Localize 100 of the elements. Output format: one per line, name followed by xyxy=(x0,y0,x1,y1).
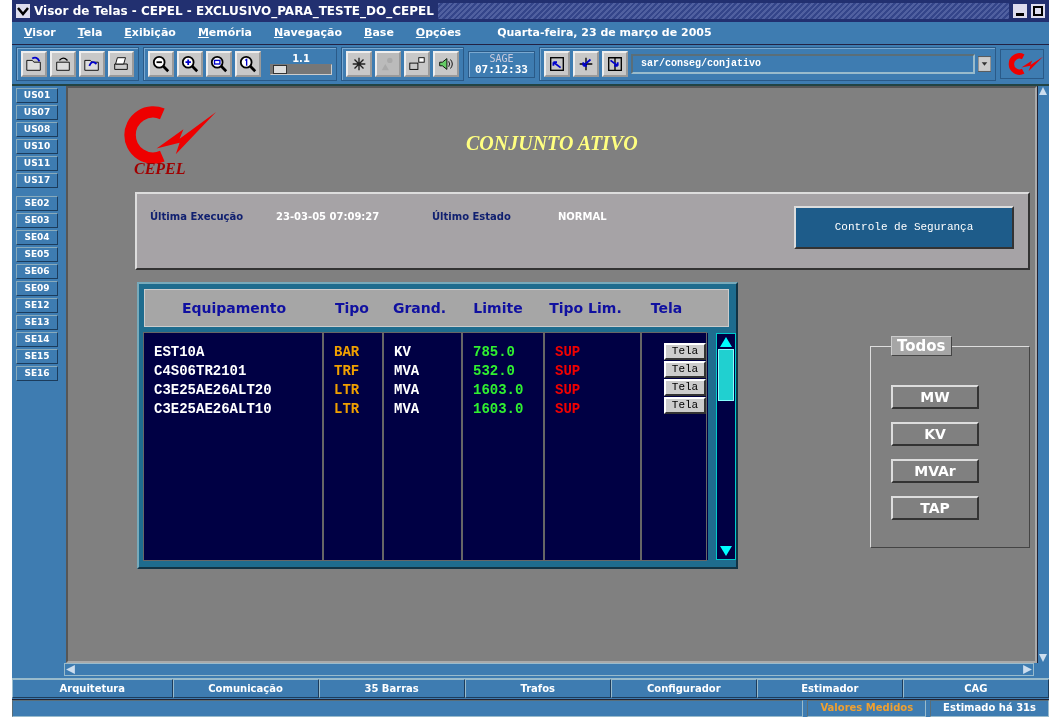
menu-item[interactable]: Navegação xyxy=(273,26,342,40)
limit-cell-text: 785.0 xyxy=(473,342,516,362)
limit-cell-text: 1603.0 xyxy=(473,380,525,400)
column-header: Limite xyxy=(472,299,524,316)
zoom-value: 1.1 xyxy=(292,53,310,65)
filter-button[interactable]: MVAr xyxy=(891,458,979,483)
info-value: 23-03-05 07:09:27 xyxy=(276,210,381,222)
sidebar-button[interactable]: SE13 xyxy=(16,314,58,330)
speaker-icon[interactable] xyxy=(433,51,459,78)
type-cell-text: BAR xyxy=(334,342,361,362)
security-control-button[interactable]: Controle de Segurança xyxy=(794,205,1014,249)
quantity-cell-text: MVA xyxy=(394,361,421,381)
menu-item[interactable]: Tela xyxy=(77,26,103,40)
zoom-fit-icon[interactable] xyxy=(206,51,232,78)
quantity-cell-text: MVA xyxy=(394,399,421,419)
menu-item[interactable]: Base xyxy=(364,26,394,40)
bottom-tab[interactable]: CAG xyxy=(902,679,1049,699)
limit-type-cell-text: SUP xyxy=(555,342,582,362)
bottom-tab[interactable]: Arquitetura xyxy=(12,679,173,699)
menu-item[interactable]: Opções xyxy=(415,26,462,40)
bottom-tab[interactable]: Configurador xyxy=(610,679,757,699)
quantity-cell-text: MVA xyxy=(394,380,421,400)
column-header: Tipo xyxy=(334,299,370,316)
group-title: Todos xyxy=(891,335,952,356)
horizontal-scrollbar[interactable] xyxy=(64,663,1034,677)
sidebar-button[interactable]: SE04 xyxy=(16,229,58,245)
sidebar-button[interactable]: SE14 xyxy=(16,331,58,347)
type-cell-text: TRF xyxy=(334,361,361,381)
screen-button[interactable]: Tela xyxy=(664,360,706,378)
maximize-icon[interactable] xyxy=(1031,3,1045,18)
clock-time: 07:12:33 xyxy=(475,63,528,76)
sidebar-button[interactable]: SE02 xyxy=(16,195,58,211)
sidebar-button[interactable]: US10 xyxy=(16,138,58,154)
dropdown-icon[interactable] xyxy=(978,56,991,73)
logo-icon xyxy=(1007,52,1043,77)
sidebar-button[interactable]: SE15 xyxy=(16,348,58,364)
column-header: Grand. xyxy=(391,299,448,316)
screen-button[interactable]: Tela xyxy=(664,378,706,396)
refresh-folder-icon[interactable] xyxy=(79,51,105,78)
column-header: Equipamento xyxy=(180,299,288,316)
limit-cell-text: 532.0 xyxy=(473,361,516,381)
sidebar-button[interactable]: SE16 xyxy=(16,365,58,381)
minimize-icon[interactable] xyxy=(1013,3,1027,18)
path-field[interactable]: sar/conseg/conjativo xyxy=(631,54,975,75)
sidebar-button[interactable]: SE12 xyxy=(16,297,58,313)
screen-button[interactable]: Tela xyxy=(664,396,706,414)
bottom-tab[interactable]: Trafos xyxy=(464,679,611,699)
zoom-reset-icon[interactable] xyxy=(235,51,261,78)
quantity-cell-text: KV xyxy=(394,342,412,362)
sidebar-button[interactable]: US07 xyxy=(16,104,58,120)
shapes-icon[interactable] xyxy=(375,51,401,78)
bottom-tab[interactable]: Comunicação xyxy=(172,679,319,699)
filter-button[interactable]: TAP xyxy=(891,495,979,520)
sidebar-button[interactable]: US17 xyxy=(16,172,58,188)
printer-icon[interactable] xyxy=(108,51,134,78)
limit-cell-text: 1603.0 xyxy=(473,399,525,419)
zoom-slider[interactable] xyxy=(270,64,332,76)
vertical-scrollbar[interactable] xyxy=(1037,85,1049,664)
scroll-right-icon[interactable] xyxy=(1022,664,1033,676)
snowflake-icon[interactable] xyxy=(346,51,372,78)
sidebar-button[interactable]: US11 xyxy=(16,155,58,171)
filter-button[interactable]: KV xyxy=(891,421,979,446)
bottom-tab[interactable]: 35 Barras xyxy=(318,679,465,699)
filter-button[interactable]: MW xyxy=(891,384,979,409)
equipment-cell-text: C4S06TR2101 xyxy=(154,361,248,381)
column-header: Tipo Lim. xyxy=(548,299,623,316)
equipment-cell-text: C3E25AE26ALT20 xyxy=(154,380,273,400)
logo-icon xyxy=(122,105,218,164)
type-cell-text: LTR xyxy=(334,399,361,419)
sidebar-button[interactable]: US01 xyxy=(16,87,58,103)
sidebar-button[interactable]: SE05 xyxy=(16,246,58,262)
slider-thumb[interactable] xyxy=(273,65,287,75)
menu-item[interactable]: Memória xyxy=(197,26,252,40)
window-icon[interactable] xyxy=(404,51,430,78)
sidebar-button[interactable]: SE03 xyxy=(16,212,58,228)
info-label: Último Estado xyxy=(432,210,512,222)
limit-type-cell-text: SUP xyxy=(555,380,582,400)
menu-item[interactable]: Exibição xyxy=(124,26,176,40)
info-label: Última Execução xyxy=(150,210,245,222)
column-header: Tela xyxy=(649,299,684,316)
zoom-out-icon[interactable] xyxy=(148,51,174,78)
sidebar-button[interactable]: US08 xyxy=(16,121,58,137)
sidebar-button[interactable]: SE09 xyxy=(16,280,58,296)
table-scrollbar[interactable] xyxy=(716,332,736,560)
equipment-cell-text: EST10A xyxy=(154,342,206,362)
scroll-thumb[interactable] xyxy=(718,348,734,401)
menu-item[interactable]: Visor xyxy=(24,26,56,40)
screen-button[interactable]: Tela xyxy=(664,342,706,360)
window-menu-icon[interactable] xyxy=(16,3,30,18)
bottom-tab[interactable]: Estimador xyxy=(756,679,903,699)
info-value: NORMAL xyxy=(558,210,608,222)
open-folder-icon[interactable] xyxy=(21,51,47,78)
window-title: Visor de Telas - CEPEL - EXCLUSIVO_PARA_TESTE_DO_CEPEL xyxy=(34,3,434,18)
scroll-left-icon[interactable] xyxy=(65,664,76,676)
logo-text: CEPEL xyxy=(134,159,186,178)
scroll-down-icon[interactable] xyxy=(718,543,734,558)
clock-label: SAGE xyxy=(489,52,514,64)
zoom-in-icon[interactable] xyxy=(177,51,203,78)
undo-folder-icon[interactable] xyxy=(50,51,76,78)
sidebar-button[interactable]: SE06 xyxy=(16,263,58,279)
